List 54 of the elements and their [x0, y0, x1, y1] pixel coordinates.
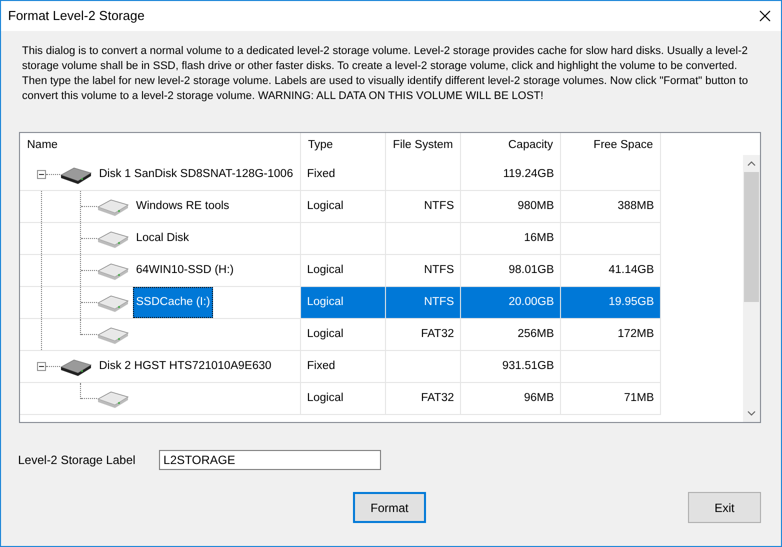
table-cell: Logical [301, 383, 386, 415]
disk-name[interactable]: Disk 2 HGST HTS721010A9E630 [96, 351, 274, 382]
table-cell: 19.95GB [561, 287, 661, 319]
column-header[interactable]: Free Space [561, 133, 661, 159]
table-cell: 119.24GB [461, 159, 561, 191]
column-header[interactable]: File System [386, 133, 461, 159]
tree-line [46, 174, 60, 175]
instructions-text: This dialog is to convert a normal volume to a dedicated level-2 storage volume. Level-2 storage provides cache for slow hard disks. Usually a level-2 storage volume shall be in SSD, flash drive or other faster disks. To create a level-2 storage volume, click and highlight the volume to be converted. Then type the label for new level-2 storage volume. Labels are used to visually identify different level-2 storage volumes. Now click "Format" button to convert this volume to a level-2 storage volume. WARNING: ALL DATA ON THIS VOLUME WILL BE LOST! [21, 44, 750, 104]
disk-drive-icon [97, 262, 129, 280]
partition-name[interactable]: Windows RE tools [133, 191, 232, 222]
partition-name[interactable]: Local Disk [133, 223, 192, 254]
column-header[interactable]: Name [20, 133, 301, 159]
table-cell: 388MB [561, 191, 661, 223]
table-cell: 256MB [461, 319, 561, 351]
table-cell: 96MB [461, 383, 561, 415]
table-cell: 172MB [561, 319, 661, 351]
collapse-toggle[interactable] [37, 362, 46, 371]
partition-name[interactable]: SSDCache (I:) [133, 287, 214, 318]
scroll-thumb[interactable] [744, 172, 759, 302]
disk-drive-icon [97, 326, 129, 344]
disk-drive-icon [97, 294, 129, 312]
table-cell: NTFS [386, 191, 461, 223]
column-header[interactable]: Capacity [461, 133, 561, 159]
minus-icon [38, 363, 45, 370]
table-cell: Logical [301, 319, 386, 351]
table-cell: Fixed [301, 351, 386, 383]
disk-drive-icon [60, 166, 92, 184]
table-cell: FAT32 [386, 383, 461, 415]
tree-line [46, 366, 60, 367]
disk-drive-icon [60, 358, 92, 376]
table-cell: 71MB [561, 383, 661, 415]
table-cell: FAT32 [386, 319, 461, 351]
format-button[interactable]: Format [353, 492, 426, 523]
table-cell: 20.00GB [461, 287, 561, 319]
table-cell: Logical [301, 191, 386, 223]
table-cell: Logical [301, 287, 386, 319]
window-title: Format Level-2 Storage [8, 7, 145, 26]
disk-drive-icon [97, 390, 129, 408]
exit-button[interactable]: Exit [688, 492, 761, 523]
partition-name[interactable]: 64WIN10-SSD (H:) [133, 255, 237, 286]
collapse-toggle[interactable] [37, 170, 46, 179]
close-icon[interactable] [759, 10, 771, 22]
minus-icon [38, 171, 45, 178]
label-input[interactable]: L2STORAGE [159, 450, 382, 470]
table-cell: 980MB [461, 191, 561, 223]
table-cell: 931.51GB [461, 351, 561, 383]
table-cell: 16MB [461, 223, 561, 255]
disk-drive-icon [97, 230, 129, 248]
disk-name[interactable]: Disk 1 SanDisk SD8SNAT-128G-1006 [96, 159, 296, 190]
table-cell: NTFS [386, 287, 461, 319]
column-header[interactable]: Type [301, 133, 386, 159]
disk-drive-icon [97, 198, 129, 216]
field-label: Level-2 Storage Label [18, 452, 136, 469]
table-cell: Fixed [301, 159, 386, 191]
